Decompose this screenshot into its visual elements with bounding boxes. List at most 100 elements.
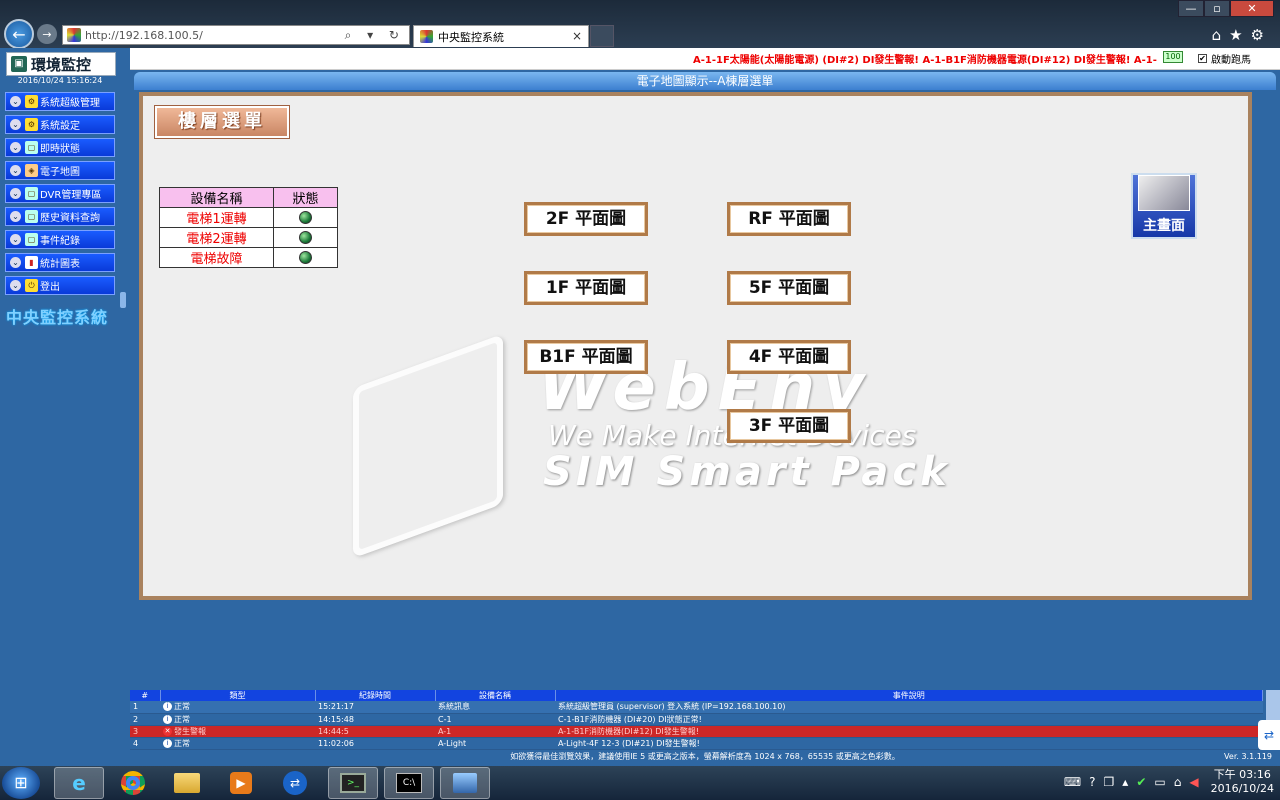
sidebar-item-system-admin[interactable]: ⌄ ⚙ 系統超級管理: [5, 92, 115, 111]
floor-button-3f[interactable]: 3F 平面圖: [727, 409, 851, 443]
start-button[interactable]: ⊞: [2, 767, 40, 799]
floor-button-rf[interactable]: RF 平面圖: [727, 202, 851, 236]
document-icon: ▢: [25, 210, 38, 223]
address-bar[interactable]: http://192.168.100.5/ ⌕ ▾ ↻: [62, 25, 410, 45]
event-log: # 類型 紀錄時間 設備名稱 事件說明 1 i 正常 15:21:17 系統訊息 …: [130, 690, 1265, 750]
sidebar-datetime: 2016/10/24 15:16:24: [17, 76, 103, 85]
chevron-down-icon: ⌄: [10, 280, 21, 291]
maximize-button[interactable]: ▫: [1204, 0, 1230, 17]
system-tray: ⌨ ? ❐ ▴ ✔ ▭ ⌂ ◀ 下午 03:16 2016/10/24: [1064, 768, 1274, 796]
chevron-down-icon: ⌄: [10, 188, 21, 199]
auto-scroll-checkbox[interactable]: ✔: [1198, 54, 1207, 63]
logo: ▣ 環境監控: [6, 52, 116, 76]
col-header-desc: 事件說明: [555, 690, 1263, 701]
table-row[interactable]: 1 i 正常 15:21:17 系統訊息 系統超級管理員 (supervisor)…: [130, 701, 1263, 714]
list-icon: ▢: [25, 233, 38, 246]
sidebar-item-system-settings[interactable]: ⌄ ⚙ 系統設定: [5, 115, 115, 134]
col-header-type: 類型: [160, 690, 316, 701]
taskbar-ie-icon[interactable]: e: [54, 767, 104, 799]
page-title: 電子地圖顯示--A棟層選單: [134, 72, 1276, 90]
forward-arrow-icon: →: [42, 27, 52, 41]
taskbar-explorer-icon[interactable]: [162, 767, 212, 799]
network-tray-icon[interactable]: ⌂: [1174, 775, 1182, 789]
home-button[interactable]: 主畫面: [1131, 173, 1197, 239]
chevron-down-icon: ⌄: [10, 96, 21, 107]
folder-icon: [174, 773, 200, 793]
table-row: 電梯故障: [159, 247, 338, 268]
floor-button-b1f[interactable]: B1F 平面圖: [524, 340, 648, 374]
auto-scroll-toggle[interactable]: ✔ 啟動跑馬: [1198, 51, 1251, 66]
battery-indicator: 100: [1163, 51, 1183, 63]
sidebar: ▣ 環境監控 2016/10/24 15:16:24 ⌄ ⚙ 系統超級管理 ⌄ ⚙ 系統…: [0, 48, 126, 766]
taskbar-media-player-icon[interactable]: ▶: [216, 767, 266, 799]
sidebar-item-event-log[interactable]: ⌄ ▢ 事件紀錄: [5, 230, 115, 249]
table-row[interactable]: 3 ✕ 發生警報 14:44:5 A-1 A-1-B1F消防機器(DI#12) D…: [130, 725, 1263, 738]
taskbar-cmd-icon[interactable]: C:\: [384, 767, 434, 799]
col-header-time: 紀錄時間: [315, 690, 436, 701]
back-button[interactable]: ←: [4, 19, 34, 49]
sidebar-item-dvr[interactable]: ⌄ ▢ DVR管理專區: [5, 184, 115, 203]
taskbar-terminal-icon[interactable]: >_: [328, 767, 378, 799]
sidebar-item-charts[interactable]: ⌄ ▮ 統計圖表: [5, 253, 115, 272]
volume-muted-icon[interactable]: ◀: [1189, 775, 1198, 789]
back-arrow-icon: ←: [12, 24, 26, 44]
sidebar-item-history[interactable]: ⌄ ▢ 歷史資料查詢: [5, 207, 115, 226]
table-row: 電梯1運轉: [159, 207, 338, 228]
browser-toolbar-icons[interactable]: ⌂★⚙: [1212, 26, 1272, 44]
sync-icon[interactable]: ✔: [1136, 775, 1146, 789]
new-tab-button[interactable]: [590, 25, 614, 47]
info-icon: i: [163, 702, 172, 712]
help-icon[interactable]: ?: [1089, 775, 1095, 789]
taskbar-network-icon[interactable]: [440, 767, 490, 799]
chevron-down-icon: ⌄: [10, 142, 21, 153]
bar-chart-icon: ▮: [25, 256, 38, 269]
chevron-down-icon: ⌄: [10, 119, 21, 130]
footer-note: 如欲獲得最佳瀏覽效果，建議使用IE 5 或更高之版本，螢幕解析度為 1024 x…: [510, 752, 900, 761]
window-controls: — ▫ ✕: [1178, 0, 1274, 17]
floor-button-5f[interactable]: 5F 平面圖: [727, 271, 851, 305]
tab-close-icon[interactable]: ×: [572, 29, 582, 43]
window-icon[interactable]: ❐: [1104, 775, 1115, 789]
device-name: 電梯2運轉: [159, 227, 274, 248]
taskbar-chrome-icon[interactable]: [108, 767, 158, 799]
sidebar-item-e-map[interactable]: ⌄ ◈ 電子地圖: [5, 161, 115, 180]
browser-tab[interactable]: 中央監控系統 ×: [413, 25, 589, 47]
floor-button-1f[interactable]: 1F 平面圖: [524, 271, 648, 305]
ie-icon: e: [72, 771, 86, 795]
forward-button[interactable]: →: [37, 24, 57, 44]
keyboard-icon[interactable]: ⌨: [1064, 775, 1081, 789]
home-button-label: 主畫面: [1143, 218, 1185, 234]
table-row[interactable]: 2 i 正常 14:15:48 C-1 C-1-B1F消防機器 (DI#20) D…: [130, 713, 1263, 726]
alarm-marquee: A-1-1F太陽能(太陽能電源) (DI#2) DI發生警報! A-1-B1F消…: [130, 48, 1280, 70]
window-close-button[interactable]: ✕: [1230, 0, 1274, 17]
chevron-down-icon: ⌄: [10, 211, 21, 222]
monitor-icon: ▢: [25, 141, 38, 154]
status-light-icon: [299, 251, 312, 264]
col-header-num: #: [130, 690, 161, 701]
teamviewer-side-icon[interactable]: ⇄: [1258, 720, 1280, 750]
gear-icon: ⚙: [25, 118, 38, 131]
floor-button-2f[interactable]: 2F 平面圖: [524, 202, 648, 236]
sidebar-item-realtime-status[interactable]: ⌄ ▢ 即時狀態: [5, 138, 115, 157]
floor-menu-header: 樓層選單: [154, 105, 290, 139]
device-name: 電梯故障: [159, 247, 274, 268]
table-row: 電梯2運轉: [159, 227, 338, 248]
floor-button-4f[interactable]: 4F 平面圖: [727, 340, 851, 374]
chevron-down-icon: ⌄: [10, 165, 21, 176]
device-status-table: 設備名稱 狀態 電梯1運轉 電梯2運轉 電梯故障: [159, 187, 338, 268]
monitor-icon[interactable]: ▭: [1154, 775, 1165, 789]
taskbar-clock[interactable]: 下午 03:16 2016/10/24: [1211, 768, 1274, 796]
tray-expand-icon[interactable]: ▴: [1122, 775, 1128, 789]
url-text: http://192.168.100.5/: [85, 28, 203, 42]
logout-icon: ⏻: [25, 279, 38, 292]
address-tools[interactable]: ⌕ ▾ ↻: [345, 28, 405, 43]
gear-icon: ⚙: [25, 95, 38, 108]
building-icon: [1138, 175, 1190, 211]
sidebar-item-logout[interactable]: ⌄ ⏻ 登出: [5, 276, 115, 295]
table-row[interactable]: 4 i 正常 11:02:06 A-Light A-Light-4F 12-3 (…: [130, 737, 1263, 750]
cmd-icon: C:\: [396, 773, 422, 793]
minimize-button[interactable]: —: [1178, 0, 1204, 17]
taskbar-teamviewer-icon[interactable]: ⇄: [270, 767, 320, 799]
device-name-header: 設備名稱: [159, 187, 274, 208]
sidebar-scroll-handle[interactable]: [120, 292, 126, 308]
